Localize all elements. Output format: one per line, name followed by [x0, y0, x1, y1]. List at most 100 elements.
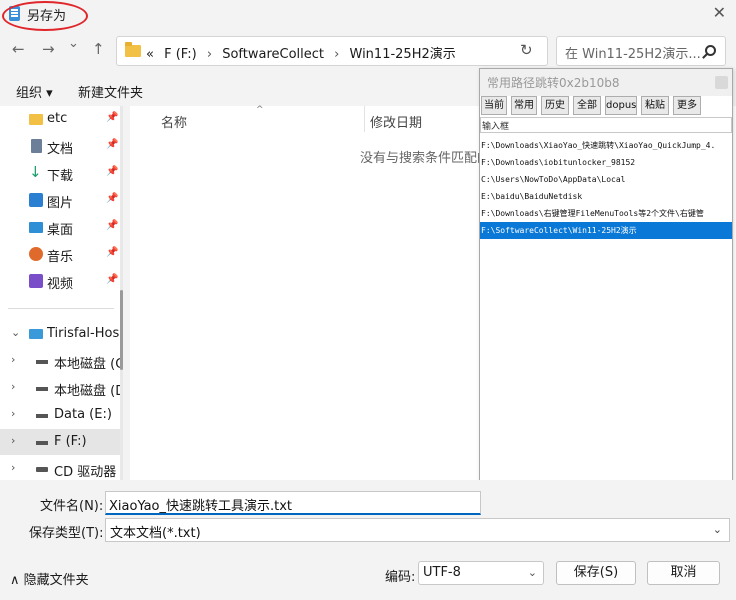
breadcrumb-current-folder[interactable]: Win11-25H2演示 [350, 47, 456, 62]
popup-button-all[interactable]: 全部 [573, 96, 601, 115]
computer-icon [29, 329, 43, 339]
search-icon [705, 45, 716, 56]
sidebar-item-label: 音乐 [47, 250, 74, 265]
path-list-item[interactable]: F:\Downloads\右键管理FileMenuTools等2个文件\右键管 [480, 205, 732, 222]
sidebar-item-videos[interactable]: 视频 📌 [0, 268, 122, 294]
path-list-item-selected[interactable]: F:\SoftwareCollect\Win11-25H2演示 [480, 222, 732, 239]
popup-button-current[interactable]: 当前 [481, 96, 507, 115]
sidebar-item-drive-f[interactable]: › F (F:) [0, 429, 122, 455]
popup-button-history[interactable]: 历史 [541, 96, 569, 115]
pin-icon[interactable]: 📌 [106, 166, 118, 177]
sidebar-divider [8, 308, 114, 309]
breadcrumb-separator[interactable]: › [334, 47, 339, 62]
filetype-value: 文本文档(*.txt) [110, 526, 201, 541]
column-header-date-modified[interactable]: 修改日期 [370, 112, 422, 131]
pin-icon[interactable]: 📌 [106, 274, 118, 285]
popup-button-more[interactable]: 更多 [673, 96, 701, 115]
sidebar-item-label: CD 驱动器 ( [54, 465, 122, 480]
chevron-right-icon[interactable]: › [11, 380, 15, 393]
sidebar-item-label: 本地磁盘 (C [54, 357, 122, 372]
path-list-item[interactable]: C:\Users\NowToDo\AppData\Local [480, 171, 732, 188]
chevron-down-icon[interactable]: ⌄ [528, 566, 537, 579]
refresh-icon[interactable]: ↻ [520, 41, 533, 59]
chevron-down-icon[interactable]: ⌄ [11, 326, 20, 339]
path-list-item[interactable]: E:\baidu\BaiduNetdisk [480, 188, 732, 205]
organize-menu[interactable]: 组织 ▾ [16, 82, 53, 101]
sidebar-item-cd-drive[interactable]: › CD 驱动器 ( [0, 456, 122, 480]
back-arrow-icon[interactable]: ← [12, 40, 25, 58]
breadcrumb-f-drive[interactable]: F (F:) [164, 47, 197, 62]
red-annotation-circle [2, 1, 88, 31]
recent-locations-icon[interactable]: ⌄ [68, 36, 79, 51]
path-list-item[interactable]: F:\Downloads\iobitunlocker_98152 [480, 154, 732, 171]
filename-value[interactable]: XiaoYao_快速跳转工具演示.txt [109, 495, 292, 514]
sidebar-item-drive-c[interactable]: › 本地磁盘 (C [0, 348, 122, 374]
filename-label: 文件名(N): [40, 499, 104, 514]
sidebar-scrollbar[interactable] [120, 106, 123, 480]
scrollbar-thumb[interactable] [120, 290, 123, 370]
sidebar-item-this-pc[interactable]: ⌄ Tirisfal-Hos [0, 321, 122, 347]
column-header-name[interactable]: 名称 [161, 112, 187, 131]
address-overflow[interactable]: « [146, 47, 154, 62]
sidebar-item-music[interactable]: 音乐 📌 [0, 241, 122, 267]
sidebar-item-documents[interactable]: 文档 📌 [0, 133, 122, 159]
videos-icon [29, 274, 43, 288]
chevron-right-icon[interactable]: › [11, 461, 15, 474]
pin-icon[interactable]: 📌 [106, 139, 118, 150]
hide-folders-toggle[interactable]: ∧ 隐藏文件夹 [10, 569, 89, 588]
chevron-right-icon[interactable]: › [11, 353, 15, 366]
breadcrumb-separator[interactable]: › [207, 47, 212, 62]
encoding-label: 编码: [385, 570, 416, 585]
sidebar-item-downloads[interactable]: ↓ 下载 📌 [0, 160, 122, 186]
new-folder-button[interactable]: 新建文件夹 [78, 82, 143, 101]
sidebar-item-pictures[interactable]: 图片 📌 [0, 187, 122, 213]
sidebar-item-drive-d[interactable]: › 本地磁盘 (D [0, 375, 122, 401]
navigation-pane[interactable]: etc 📌 文档 📌 ↓ 下载 📌 图片 📌 桌面 📌 音乐 📌 视频 📌 ⌄ … [0, 106, 122, 480]
pin-icon[interactable]: 📌 [106, 247, 118, 258]
chevron-right-icon[interactable]: › [11, 407, 15, 420]
chevron-down-icon[interactable]: ⌄ [713, 523, 722, 536]
title-bar: 另存为 ✕ [0, 0, 736, 31]
search-box[interactable]: 在 Win11-25H2演示... [556, 36, 726, 66]
path-list-item[interactable]: F:\Downloads\XiaoYao_快速跳转\XiaoYao_QuickJ… [480, 137, 732, 154]
address-path: « F (F:) › SoftwareCollect › Win11-25H2演… [146, 43, 456, 62]
breadcrumb-softwarecollect[interactable]: SoftwareCollect [222, 47, 324, 62]
popup-input-field[interactable]: 输入框 [480, 117, 732, 133]
sidebar-item-label: Tirisfal-Hos [47, 326, 120, 341]
encoding-select[interactable]: UTF-8 ⌄ [418, 561, 544, 585]
popup-button-dopus[interactable]: dopus [605, 96, 637, 115]
sort-caret-icon: ^ [256, 105, 264, 115]
address-bar[interactable]: « F (F:) › SoftwareCollect › Win11-25H2演… [116, 36, 548, 66]
close-icon[interactable]: ✕ [713, 3, 726, 22]
sidebar-item-label: 文档 [47, 142, 74, 157]
quickjump-popup[interactable]: 常用路径跳转0x2b10b8 当前 常用 历史 全部 dopus 粘贴 更多 输… [479, 68, 733, 518]
folder-icon [29, 114, 43, 125]
sidebar-item-desktop[interactable]: 桌面 📌 [0, 214, 122, 240]
chevron-right-icon[interactable]: › [11, 434, 15, 447]
forward-arrow-icon[interactable]: → [42, 40, 55, 58]
sidebar-item-drive-e[interactable]: › Data (E:) [0, 402, 122, 428]
music-icon [29, 247, 43, 261]
search-input[interactable]: 在 Win11-25H2演示... [565, 43, 701, 62]
drive-c-icon [36, 360, 48, 364]
save-button[interactable]: 保存(S) [556, 561, 636, 585]
filetype-select[interactable]: 文本文档(*.txt) ⌄ [105, 518, 730, 542]
pin-icon[interactable]: 📌 [106, 112, 118, 123]
pin-icon[interactable]: 📌 [106, 193, 118, 204]
sidebar-item-label: 下载 [47, 169, 74, 184]
sidebar-item-etc[interactable]: etc 📌 [0, 106, 122, 132]
drive-icon [36, 441, 48, 445]
popup-path-list[interactable]: F:\Downloads\XiaoYao_快速跳转\XiaoYao_QuickJ… [480, 137, 732, 512]
filename-input[interactable]: XiaoYao_快速跳转工具演示.txt [105, 491, 481, 515]
filetype-label: 保存类型(T): [29, 526, 104, 541]
column-divider[interactable] [364, 106, 365, 132]
popup-button-paste[interactable]: 粘贴 [641, 96, 669, 115]
popup-close-icon[interactable] [715, 76, 728, 89]
popup-button-common[interactable]: 常用 [511, 96, 537, 115]
sidebar-item-label: 桌面 [47, 223, 74, 238]
pin-icon[interactable]: 📌 [106, 220, 118, 231]
folder-icon [125, 42, 141, 57]
up-arrow-icon[interactable]: ↑ [92, 40, 105, 58]
cancel-button[interactable]: 取消 [647, 561, 720, 585]
popup-title-bar[interactable]: 常用路径跳转0x2b10b8 [480, 69, 732, 96]
